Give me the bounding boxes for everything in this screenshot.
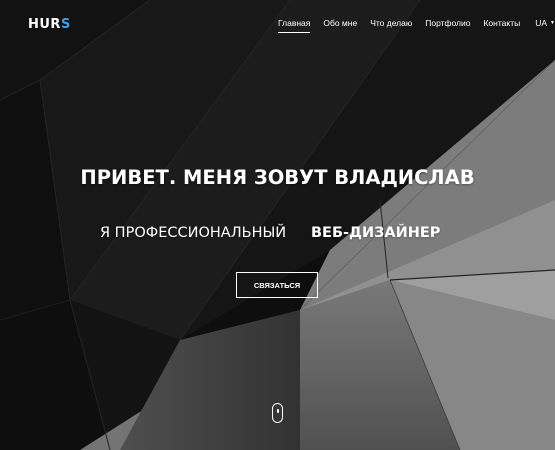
mouse-scroll-icon[interactable] bbox=[272, 403, 283, 423]
language-label: UA bbox=[535, 18, 548, 28]
caret-down-icon: ▼ bbox=[550, 19, 555, 26]
language-selector[interactable]: UA ▼ bbox=[535, 18, 555, 28]
nav-item-portfolio[interactable]: Портфолио bbox=[425, 18, 470, 28]
hero-subtitle: Я ПРОФЕССИОНАЛЬНЫЙ bbox=[100, 225, 287, 241]
nav-item-home[interactable]: Главная bbox=[278, 18, 311, 33]
top-navbar: HURS Главная Обо мне Что делаю Портфолио… bbox=[0, 0, 555, 50]
main-nav: Главная Обо мне Что делаю Портфолио Конт… bbox=[278, 18, 555, 33]
nav-item-contacts[interactable]: Контакты bbox=[483, 18, 520, 28]
hero-subtitle-role: ВЕБ-ДИЗАЙНЕР bbox=[311, 225, 441, 241]
hero-title: ПРИВЕТ. МЕНЯ ЗОВУТ ВЛАДИСЛАВ bbox=[80, 166, 475, 189]
logo-accent-letter: S bbox=[60, 17, 71, 32]
nav-item-about[interactable]: Обо мне bbox=[323, 18, 357, 28]
nav-item-services[interactable]: Что делаю bbox=[370, 18, 412, 28]
logo-text: HUR bbox=[28, 17, 61, 32]
mouse-wheel bbox=[276, 409, 279, 413]
contact-button[interactable]: СВЯЗАТЬСЯ bbox=[236, 272, 318, 298]
logo[interactable]: HURS bbox=[28, 17, 71, 32]
hero-section: HURS Главная Обо мне Что делаю Портфолио… bbox=[0, 0, 555, 450]
